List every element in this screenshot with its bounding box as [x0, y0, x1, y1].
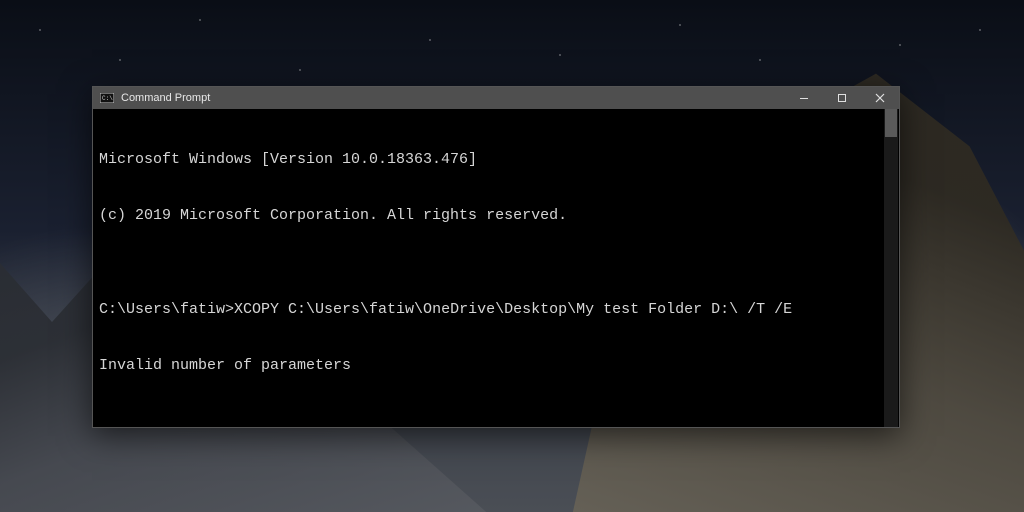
close-button[interactable] — [861, 87, 899, 109]
scroll-thumb[interactable] — [885, 109, 897, 137]
cmd-icon: C:\ — [99, 92, 115, 104]
minimize-button[interactable] — [785, 87, 823, 109]
svg-text:C:\: C:\ — [102, 95, 113, 102]
vertical-scrollbar[interactable] — [884, 109, 898, 427]
command-prompt-window: C:\ Command Prompt Microsoft Windows [Ve… — [92, 86, 900, 428]
command-output: Invalid number of parameters — [99, 357, 893, 376]
banner-line: Microsoft Windows [Version 10.0.18363.47… — [99, 151, 893, 170]
maximize-button[interactable] — [823, 87, 861, 109]
command-line: C:\Users\fatiw>XCOPY C:\Users\fatiw\OneD… — [99, 301, 893, 320]
command-input: XCOPY C:\Users\fatiw\OneDrive\Desktop\My… — [234, 301, 792, 318]
banner-line: (c) 2019 Microsoft Corporation. All righ… — [99, 207, 893, 226]
prompt-text: C:\Users\fatiw> — [99, 301, 234, 318]
titlebar[interactable]: C:\ Command Prompt — [93, 87, 899, 109]
terminal-output-area[interactable]: Microsoft Windows [Version 10.0.18363.47… — [93, 109, 899, 427]
window-title: Command Prompt — [121, 92, 210, 104]
